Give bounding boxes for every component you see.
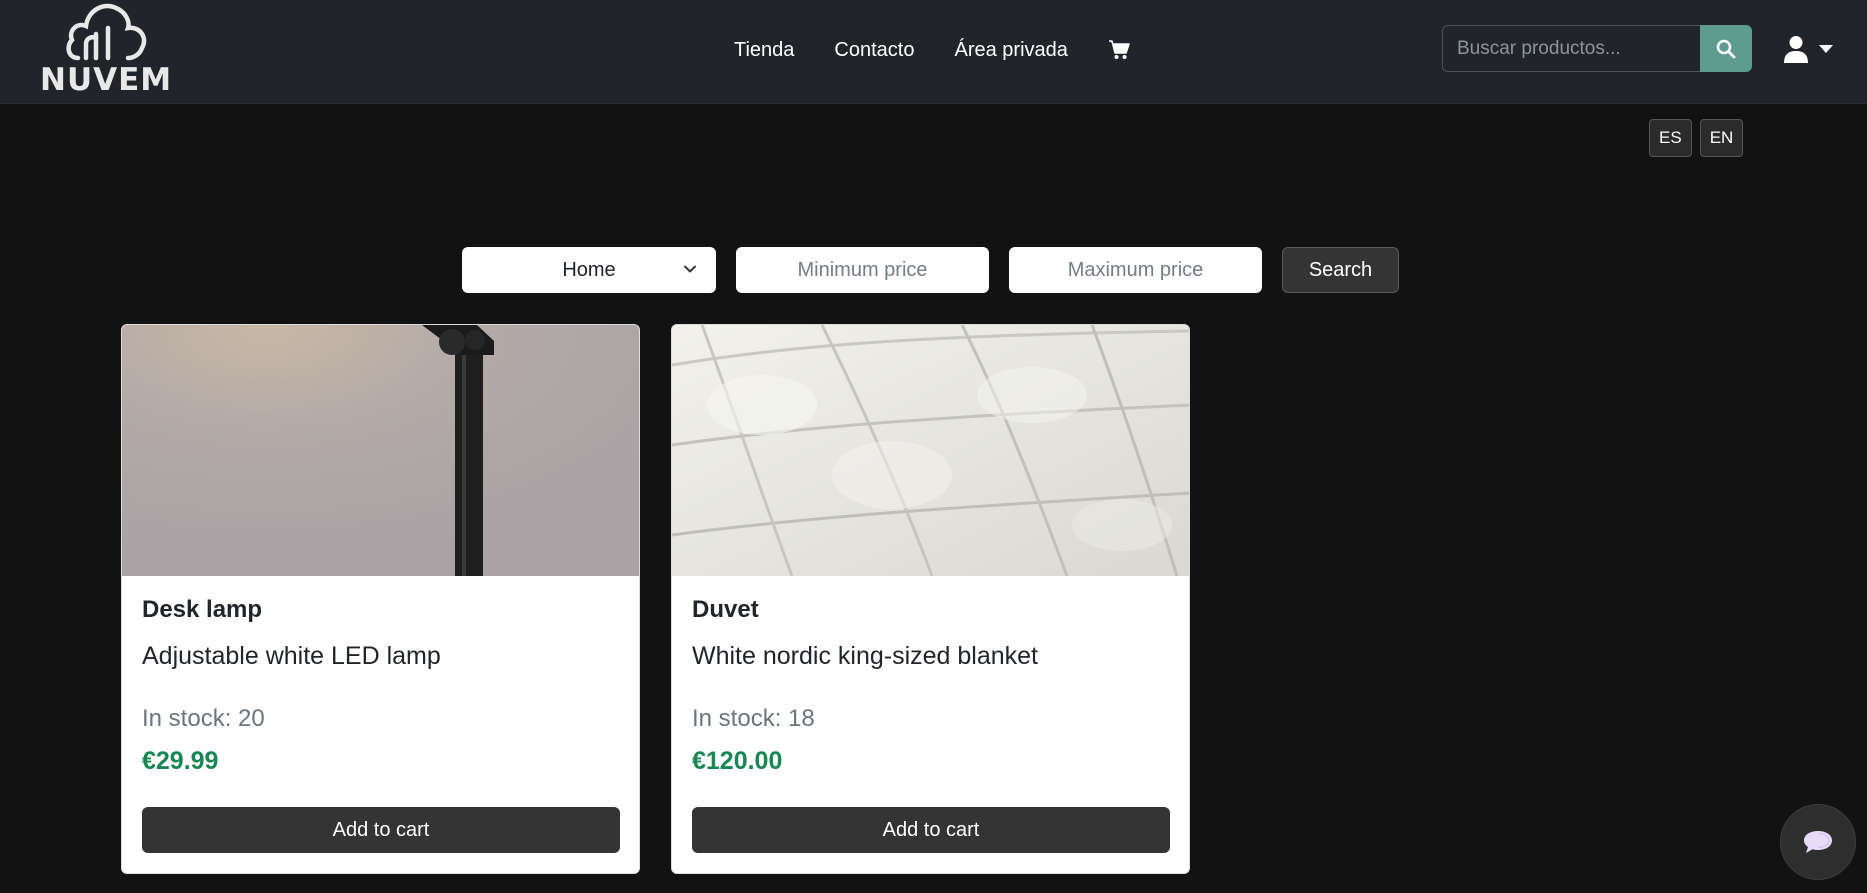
product-image-desk-lamp[interactable] — [122, 325, 639, 576]
navbar-search — [1442, 25, 1752, 72]
search-button[interactable] — [1700, 25, 1752, 72]
chat-button[interactable] — [1780, 804, 1856, 880]
lang-en-button[interactable]: EN — [1699, 119, 1744, 157]
max-price-input[interactable] — [1009, 247, 1262, 293]
product-name[interactable]: Desk lamp — [142, 596, 619, 624]
product-description: Adjustable white LED lamp — [142, 642, 441, 670]
nav-link-tienda[interactable]: Tienda — [734, 39, 794, 62]
lang-es-button[interactable]: ES — [1649, 119, 1692, 157]
chat-icon — [1804, 831, 1832, 853]
search-icon — [1716, 39, 1736, 58]
main-nav: Tienda Contacto Área privada — [734, 36, 1130, 64]
product-name[interactable]: Duvet — [692, 596, 1169, 624]
add-to-cart-button[interactable]: Add to cart — [142, 807, 620, 853]
product-card: Desk lamp Adjustable white LED lamp In s… — [121, 324, 640, 874]
card-body: Desk lamp Adjustable white LED lamp In s… — [122, 576, 639, 776]
logo[interactable]: NUVEM — [40, 0, 172, 100]
chevron-down-icon — [684, 265, 696, 273]
nav-link-contacto[interactable]: Contacto — [834, 39, 914, 62]
filter-search-button[interactable]: Search — [1282, 247, 1399, 293]
filter-bar: Home Search — [462, 247, 1399, 293]
product-price: €29.99 — [142, 747, 219, 775]
logo-text: NUVEM — [40, 62, 173, 98]
search-input[interactable] — [1442, 25, 1700, 72]
caret-down-icon — [1819, 45, 1833, 53]
nav-link-area-privada[interactable]: Área privada — [954, 39, 1067, 62]
product-description: White nordic king-sized blanket — [692, 642, 1038, 670]
product-image-duvet[interactable] — [672, 325, 1189, 576]
product-price: €120.00 — [692, 747, 783, 775]
user-icon — [1784, 36, 1808, 63]
add-to-cart-button[interactable]: Add to cart — [692, 807, 1170, 853]
product-stock: In stock: 20 — [142, 705, 265, 732]
cloud-logo-icon — [66, 3, 147, 61]
category-select[interactable]: Home — [462, 247, 716, 293]
cart-icon[interactable] — [1108, 40, 1130, 60]
navbar: NUVEM Tienda Contacto Área privada — [0, 0, 1867, 104]
product-stock: In stock: 18 — [692, 705, 815, 732]
user-menu[interactable] — [1783, 33, 1843, 65]
product-card: Duvet White nordic king-sized blanket In… — [671, 324, 1190, 874]
category-select-value: Home — [562, 258, 616, 281]
card-body: Duvet White nordic king-sized blanket In… — [672, 576, 1189, 776]
language-switch: ES EN — [1649, 119, 1744, 157]
min-price-input[interactable] — [736, 247, 989, 293]
